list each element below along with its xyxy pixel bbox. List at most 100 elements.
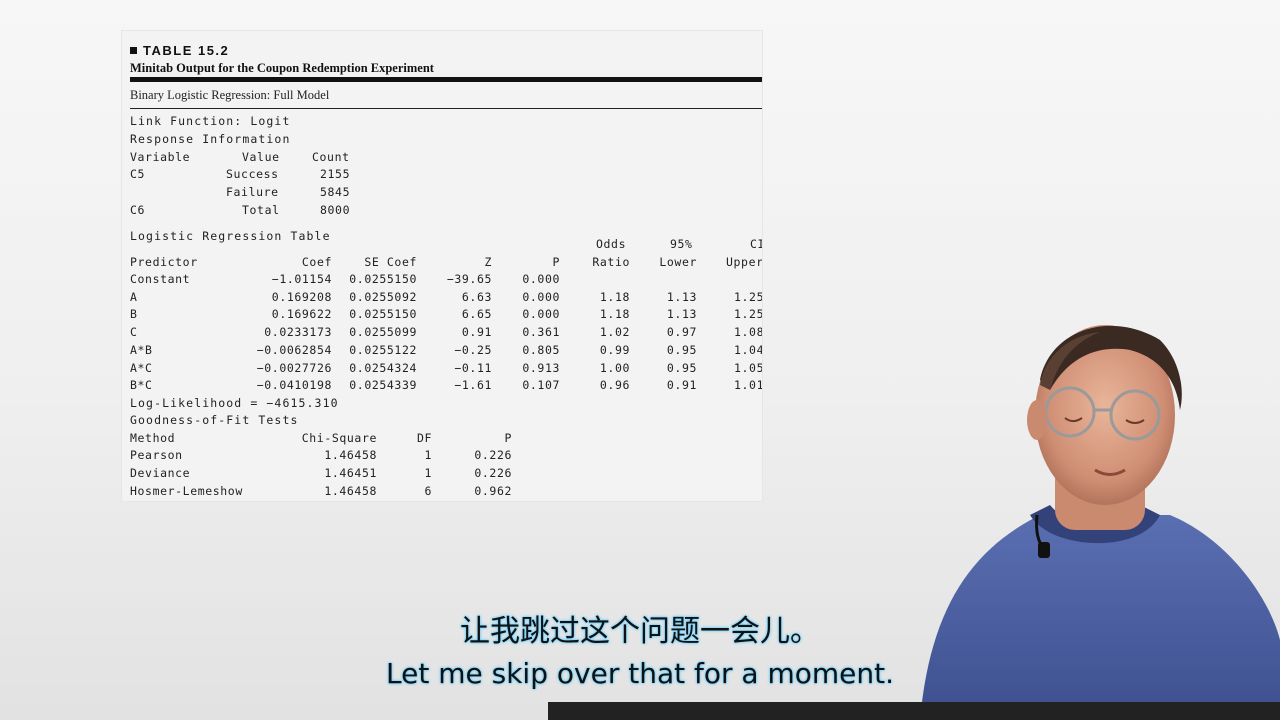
- resp-header-variable: Variable: [130, 150, 191, 164]
- resp-header-count: Count: [312, 150, 350, 164]
- table-title: Minitab Output for the Coupon Redemption…: [130, 61, 434, 75]
- gof-cell: Hosmer-Lemeshow: [130, 484, 243, 498]
- lr-cell: 1.18: [599, 289, 630, 304]
- thick-rule: [130, 77, 762, 82]
- lr-cell: 0.000: [522, 272, 560, 286]
- lr-cell: 0.0255092: [349, 289, 417, 304]
- lr-header1-odds: Odds: [596, 237, 627, 251]
- lr-cell: 0.0255150: [349, 272, 417, 286]
- gof-cell: 0.962: [474, 484, 512, 498]
- lr-cell: 1.04: [734, 342, 762, 357]
- table-number: TABLE 15.2: [130, 43, 229, 58]
- thin-rule: [130, 108, 762, 109]
- lr-cell: −0.0410198: [256, 378, 332, 393]
- lr-cell: B*C: [130, 378, 153, 393]
- lr-cell: 0.169208: [271, 289, 332, 304]
- lr-cell: 1.00: [599, 360, 630, 375]
- lr-cell: B: [130, 307, 138, 322]
- lr-header: Upper: [726, 255, 762, 269]
- resp-cell: Success: [226, 167, 279, 181]
- lr-cell: −0.0027726: [256, 360, 332, 375]
- lr-cell: 0.169622: [271, 307, 332, 322]
- lr-cell: −39.65: [446, 272, 492, 286]
- resp-cell: 2155: [320, 167, 351, 181]
- lr-cell: 0.0233173: [264, 325, 332, 340]
- lr-cell: 0.000: [522, 289, 560, 304]
- lr-cell: 0.96: [599, 378, 630, 393]
- lr-cell: 1.01: [734, 378, 762, 393]
- lr-cell: −0.11: [454, 360, 492, 375]
- lr-cell: 1.18: [599, 307, 630, 322]
- resp-header-value: Value: [242, 150, 280, 164]
- lr-header: Predictor: [130, 255, 198, 269]
- lr-header: Ratio: [592, 255, 630, 269]
- lr-cell: 1.25: [734, 307, 762, 322]
- gof-cell: 1.46458: [324, 484, 377, 498]
- gof-header: Method: [130, 431, 176, 445]
- lr-cell: A*C: [130, 360, 153, 375]
- table-number-text: TABLE 15.2: [143, 43, 230, 58]
- lr-cell: 0.0255099: [349, 325, 417, 340]
- lr-cell: 1.25: [734, 289, 762, 304]
- resp-cell: 5845: [320, 185, 351, 199]
- lr-header1-ci: CI: [750, 237, 762, 251]
- gof-header: Chi-Square: [301, 431, 377, 445]
- lr-cell: 0.805: [522, 342, 560, 357]
- lr-cell: 1.13: [666, 307, 697, 322]
- table-subhead: Binary Logistic Regression: Full Model: [130, 88, 330, 102]
- lr-cell: Constant: [130, 272, 191, 286]
- lr-header: SE Coef: [364, 255, 417, 269]
- lr-header1-95: 95%: [670, 237, 693, 251]
- link-function: Link Function: Logit: [130, 114, 291, 128]
- desk-edge: [548, 702, 1280, 720]
- resp-cell: C5: [130, 167, 146, 181]
- lr-header: P: [552, 255, 560, 269]
- lr-cell: 6.63: [461, 289, 492, 304]
- gof-cell: 1: [424, 466, 432, 480]
- lr-cell: 1.08: [734, 325, 762, 340]
- gof-cell: Pearson: [130, 448, 183, 462]
- lr-cell: −1.01154: [271, 272, 332, 286]
- lr-cell: 1.05: [734, 360, 762, 375]
- lr-header: Z: [484, 255, 492, 269]
- lr-cell: 0.99: [599, 342, 630, 357]
- gof-title: Goodness-of-Fit Tests: [130, 413, 299, 427]
- resp-cell: C6: [130, 203, 146, 217]
- resp-cell: 8000: [320, 203, 351, 217]
- lr-cell: C: [130, 325, 138, 340]
- lr-cell: 0.91: [461, 325, 492, 340]
- lr-table-title: Logistic Regression Table: [130, 229, 331, 243]
- lr-cell: 0.0254324: [349, 360, 417, 375]
- lr-cell: 1.13: [666, 289, 697, 304]
- lr-cell: −0.25: [454, 342, 492, 357]
- lr-cell: 0.95: [666, 342, 697, 357]
- subtitle-chinese: 让我跳过这个问题一会儿。: [460, 614, 820, 649]
- log-likelihood: Log-Likelihood = −4615.310: [130, 396, 339, 410]
- lr-cell: 0.913: [522, 360, 560, 375]
- lr-header: Coef: [301, 255, 332, 269]
- gof-header: P: [504, 431, 512, 445]
- response-info-heading: Response Information: [130, 132, 291, 146]
- gof-cell: 6: [424, 484, 432, 498]
- resp-cell: Total: [242, 203, 280, 217]
- lr-cell: 0.97: [666, 325, 697, 340]
- gof-cell: 1: [424, 448, 432, 462]
- gof-cell: Deviance: [130, 466, 191, 480]
- gof-header: DF: [416, 431, 432, 445]
- lr-cell: 0.95: [666, 360, 697, 375]
- lr-cell: 1.02: [599, 325, 630, 340]
- gof-cell: 1.46451: [324, 466, 377, 480]
- subtitle-english: Let me skip over that for a moment.: [386, 657, 894, 690]
- lr-cell: 0.0255150: [349, 307, 417, 322]
- square-bullet-icon: [130, 47, 137, 54]
- gof-cell: 0.226: [474, 448, 512, 462]
- lr-cell: −1.61: [454, 378, 492, 393]
- lr-header: Lower: [659, 255, 697, 269]
- lr-cell: 0.361: [522, 325, 560, 340]
- lr-cell: 0.91: [666, 378, 697, 393]
- lr-cell: A: [130, 289, 138, 304]
- resp-cell: Failure: [226, 185, 279, 199]
- table-slide: TABLE 15.2 Minitab Output for the Coupon…: [122, 31, 762, 501]
- lr-cell: 0.0254339: [349, 378, 417, 393]
- lr-cell: 0.000: [522, 307, 560, 322]
